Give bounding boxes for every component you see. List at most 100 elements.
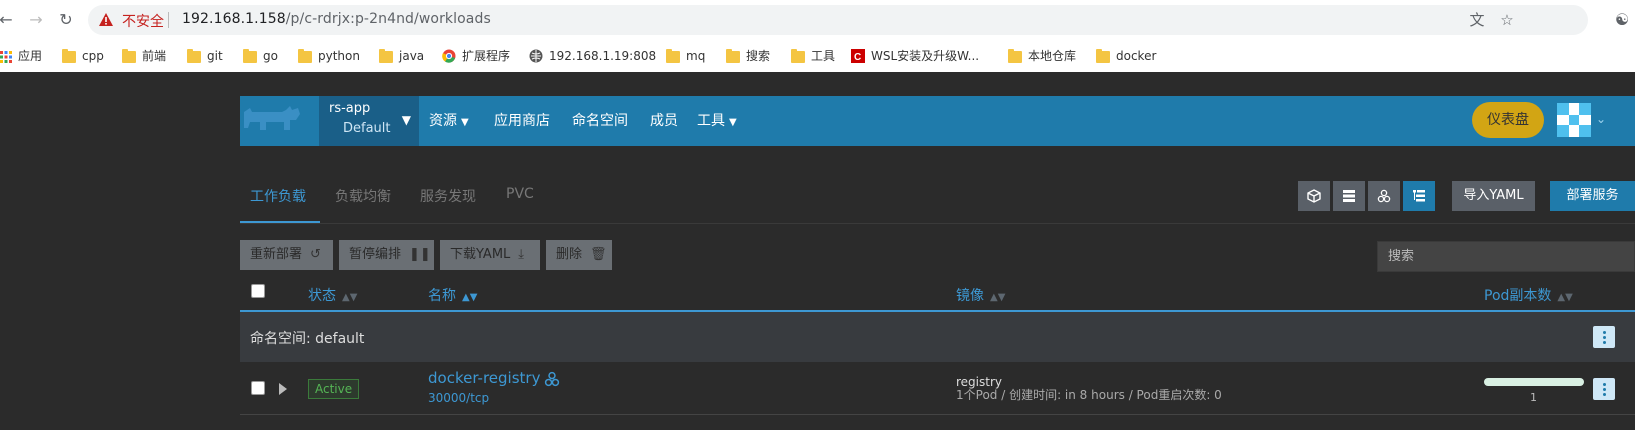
nav-tools[interactable]: 工具 ▼ <box>697 96 737 146</box>
download-icon: ⤓ <box>518 247 525 262</box>
expand-row-icon[interactable] <box>279 383 287 395</box>
forward-arrow-icon[interactable]: → <box>26 10 46 30</box>
bookmark-wsl[interactable]: C WSL安装及升级W... <box>851 48 979 66</box>
bookmark-go[interactable]: go <box>243 48 278 66</box>
bookmark-label: docker <box>1116 49 1157 63</box>
bookmark-label: 本地仓库 <box>1028 49 1077 63</box>
tab-service-discovery[interactable]: 服务发现 <box>420 186 476 206</box>
address-bar-row: ← → ↻ 不安全 192.168.1.158/p/c-rdrjx:p-2n4n… <box>0 0 1635 40</box>
workload-cluster-icon <box>544 371 560 387</box>
pod-count: 1 <box>1530 391 1537 404</box>
reload-icon[interactable]: ↻ <box>56 10 76 30</box>
folder-icon <box>791 49 805 63</box>
workload-meta: 1个Pod / 创建时间: in 8 hours / Pod重启次数: 0 <box>956 388 1222 402</box>
bookmark-local-repo[interactable]: 本地仓库 <box>1008 48 1076 66</box>
folder-icon <box>243 49 257 63</box>
view-workload-group-button[interactable] <box>1368 181 1400 211</box>
bookmark-docker[interactable]: docker <box>1096 48 1156 66</box>
bookmark-label: git <box>207 49 223 63</box>
browser-chrome: ← → ↻ 不安全 192.168.1.158/p/c-rdrjx:p-2n4n… <box>0 0 1635 72</box>
back-arrow-icon[interactable]: ← <box>0 10 16 30</box>
extension-icon[interactable]: ☯ <box>1612 10 1632 30</box>
view-namespace-tree-button[interactable] <box>1403 181 1435 211</box>
bookmark-tools[interactable]: 工具 <box>791 48 835 66</box>
avatar[interactable] <box>1557 103 1591 137</box>
select-all-checkbox[interactable] <box>251 284 265 298</box>
chevron-down-icon: ▼ <box>729 117 737 128</box>
workload-cluster-icon <box>1377 189 1391 203</box>
tab-workloads[interactable]: 工作负载 <box>250 186 306 206</box>
bookmark-label: 扩展程序 <box>462 49 511 63</box>
folder-icon <box>1008 49 1022 63</box>
workload-name-link[interactable]: docker-registry <box>428 369 540 387</box>
import-yaml-button[interactable]: 导入YAML <box>1452 181 1535 211</box>
tree-list-icon <box>1413 190 1425 202</box>
nav-resources[interactable]: 资源 ▼ <box>429 96 469 146</box>
tab-load-balancing[interactable]: 负载均衡 <box>335 186 391 206</box>
chevron-down-icon[interactable]: ⌄ <box>1596 112 1606 126</box>
folder-icon <box>62 49 76 63</box>
column-name[interactable]: 名称 ▲▼ <box>428 285 477 305</box>
nav-members[interactable]: 成员 <box>650 96 678 146</box>
column-state[interactable]: 状态 ▲▼ <box>308 285 357 305</box>
omnibox-divider <box>168 12 169 28</box>
bookmark-mq[interactable]: mq <box>666 48 705 66</box>
column-label: 镜像 <box>956 288 984 304</box>
sort-icon: ▲▼ <box>1557 292 1573 303</box>
bookmark-frontend[interactable]: 前端 <box>122 48 166 66</box>
search-input[interactable]: 搜索 <box>1377 241 1635 272</box>
view-list-button[interactable] <box>1333 181 1365 211</box>
chrome-extensions-icon <box>442 49 456 63</box>
bookmark-label: WSL安装及升级W... <box>871 49 980 63</box>
bookmark-cpp[interactable]: cpp <box>62 48 104 66</box>
nav-namespaces[interactable]: 命名空间 <box>572 96 628 146</box>
rancher-logo-icon[interactable] <box>240 100 304 140</box>
view-node-button[interactable] <box>1298 181 1330 211</box>
row-actions-kebab-icon[interactable] <box>1593 378 1615 400</box>
bookmark-label: java <box>399 49 425 63</box>
deploy-service-button[interactable]: 部署服务 <box>1550 181 1635 211</box>
url-host: 192.168.1.158 <box>182 11 286 27</box>
csdn-icon: C <box>851 49 865 63</box>
bookmark-ip[interactable]: 192.168.1.19:808 <box>529 48 656 66</box>
status-badge: Active <box>308 379 360 399</box>
bookmark-git[interactable]: git <box>187 48 223 66</box>
row-checkbox[interactable] <box>251 381 265 395</box>
bookmark-search[interactable]: 搜索 <box>726 48 770 66</box>
url-text[interactable]: 192.168.1.158/p/c-rdrjx:p-2n4nd/workload… <box>182 11 491 27</box>
column-pod-replicas[interactable]: Pod副本数 ▲▼ <box>1484 285 1573 305</box>
pause-orchestration-button[interactable]: 暂停编排 ❚❚ <box>339 240 434 270</box>
button-label: 删除 <box>556 247 583 262</box>
globe-icon <box>529 49 543 63</box>
project-name: rs-app <box>329 101 371 116</box>
translate-icon[interactable]: 文 <box>1468 11 1486 29</box>
insecure-label[interactable]: 不安全 <box>122 11 164 31</box>
dashboard-button[interactable]: 仪表盘 <box>1472 102 1544 138</box>
sort-icon: ▲▼ <box>990 292 1006 303</box>
tab-pvc[interactable]: PVC <box>506 186 534 202</box>
star-icon[interactable]: ☆ <box>1498 11 1516 29</box>
namespace-actions-kebab-icon[interactable] <box>1593 326 1615 348</box>
redeploy-button[interactable]: 重新部署 ↺ <box>240 240 333 270</box>
bookmark-java[interactable]: java <box>379 48 424 66</box>
folder-icon <box>122 49 136 63</box>
column-label: Pod副本数 <box>1484 288 1552 304</box>
omnibox[interactable]: 不安全 192.168.1.158/p/c-rdrjx:p-2n4nd/work… <box>88 5 1588 35</box>
bookmark-apps[interactable]: 应用 <box>0 48 42 66</box>
chevron-down-icon: ▼ <box>461 117 469 128</box>
column-image[interactable]: 镜像 ▲▼ <box>956 285 1005 305</box>
bookmark-label: 搜索 <box>746 49 771 63</box>
bookmarks-bar: 应用 cpp 前端 git go python java 扩展程序 192.16… <box>0 40 1635 72</box>
download-yaml-button[interactable]: 下载YAML ⤓ <box>440 240 540 270</box>
bookmark-label: python <box>318 49 360 63</box>
button-label: 暂停编排 <box>349 247 402 262</box>
trash-icon: 🗑 <box>590 247 607 262</box>
nav-app-store[interactable]: 应用商店 <box>494 96 550 146</box>
delete-button[interactable]: 删除 🗑 <box>546 240 612 270</box>
url-path: /p/c-rdrjx:p-2n4nd/workloads <box>285 11 491 27</box>
bookmark-extensions[interactable]: 扩展程序 <box>442 48 510 66</box>
bookmark-label: 192.168.1.19:808 <box>549 49 657 63</box>
workload-port-link[interactable]: 30000/tcp <box>428 391 489 405</box>
project-switcher[interactable]: rs-app Default ▼ <box>319 96 419 146</box>
bookmark-python[interactable]: python <box>298 48 360 66</box>
